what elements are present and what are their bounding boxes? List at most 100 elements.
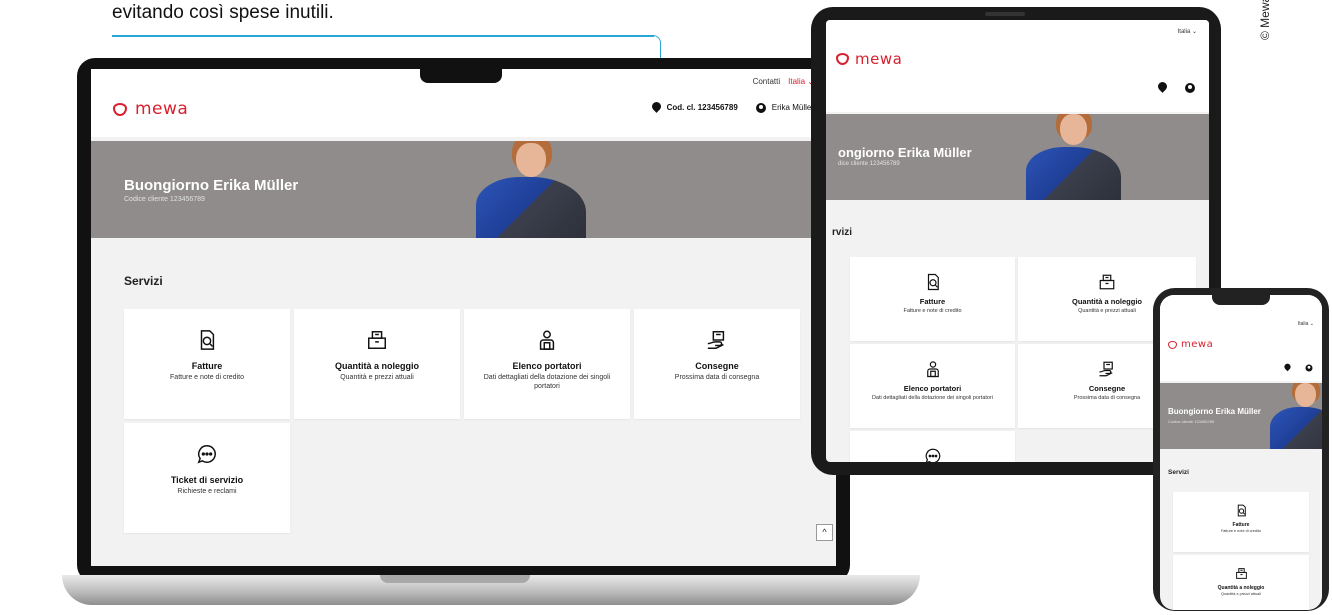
account-bar: Cod. cl. 123456789 Erika Müller: [652, 102, 814, 113]
service-card-rental-quantities[interactable]: Quantità a noleggio Quantità e prezzi at…: [1173, 555, 1309, 610]
user-icon[interactable]: [1305, 364, 1313, 371]
callout-line: [112, 35, 654, 37]
service-card-rental-quantities[interactable]: Quantità a noleggio Quantità e prezzi at…: [294, 309, 460, 419]
location-pin-icon[interactable]: [1158, 82, 1167, 93]
service-card-service-ticket[interactable]: Ticket di servizio Richieste e reclami: [124, 423, 290, 533]
mewa-logo-mark-icon: [1168, 340, 1177, 349]
delivery-icon: [707, 331, 725, 349]
service-card-invoices[interactable]: Fatture Fatture e note di credito: [124, 309, 290, 419]
tablet-screen: Italia ⌄ mewa ongiorno Erika Müller dice…: [826, 20, 1209, 462]
rental-box-icon: [1235, 568, 1247, 579]
service-card-deliveries[interactable]: Consegne Prossima data di consegna: [634, 309, 800, 419]
user-menu-button[interactable]: Erika Müller: [755, 102, 814, 113]
user-icon: [755, 102, 766, 113]
tablet-language-selector[interactable]: Italia ⌄: [1178, 28, 1197, 35]
laptop-screen: Contatti Italia ⌄ mewa Cod. cl. 12345678…: [91, 69, 836, 566]
tablet-account-icons: [1158, 82, 1195, 93]
card-title: Quantità a noleggio: [1071, 297, 1142, 306]
location-pin-icon[interactable]: [1284, 364, 1290, 372]
greeting-title: Buongiorno Erika Müller: [124, 177, 299, 194]
card-description: Fatture e note di credito: [170, 374, 244, 381]
card-title: Consegne: [695, 361, 739, 371]
phone-services-heading: Servizi: [1168, 469, 1189, 476]
banner-person-image: [476, 141, 586, 238]
service-card-invoices[interactable]: Fatture Fatture e note di credito: [1173, 492, 1309, 552]
services-grid: Fatture Fatture e note di credito Quanti…: [124, 309, 801, 533]
tablet-camera: [985, 12, 1025, 16]
mewa-logo-text: mewa: [855, 50, 903, 68]
copyright-text: © Mewa: [1258, 0, 1272, 40]
card-description: Richieste e reclami: [177, 488, 237, 495]
laptop-camera-notch: [420, 66, 502, 83]
mewa-logo-text: mewa: [1181, 339, 1214, 350]
phone-account-icons: [1283, 362, 1314, 373]
service-card-service-ticket[interactable]: Ticket di servizio Richieste e reclami: [850, 431, 1015, 462]
phone-customer-code-line: Codice cliente 123456789: [1168, 419, 1215, 424]
tablet-mewa-logo[interactable]: mewa: [836, 50, 902, 68]
rental-box-icon: [1099, 274, 1115, 290]
service-card-invoices[interactable]: Fatture Fatture e note di credito: [850, 257, 1015, 341]
laptop-base-groove: [380, 575, 530, 583]
card-description: Quantità e prezzi attuali: [340, 374, 414, 381]
customer-number-button[interactable]: Cod. cl. 123456789: [652, 102, 738, 113]
card-description: Prossima data di consegna: [674, 374, 760, 381]
tablet-customer-code-line: dice cliente 123456789: [838, 161, 900, 167]
phone-greeting-title: Buongiorno Erika Müller: [1168, 407, 1261, 416]
card-description: Dati dettagliati della dotazione dei sin…: [871, 395, 994, 401]
phone-welcome-banner: Buongiorno Erika Müller Codice cliente 1…: [1160, 383, 1322, 449]
mewa-logo-mark-icon: [113, 102, 127, 116]
caption-text: evitando così spese inutili.: [112, 2, 334, 23]
card-description: Prossima data di consegna: [1073, 395, 1141, 401]
language-label: Italia: [788, 77, 806, 86]
card-description: Quantità e prezzi attuali: [1078, 308, 1136, 314]
tablet-services-heading: rvizi: [832, 227, 853, 238]
invoice-icon: [200, 330, 215, 350]
utility-nav: Contatti Italia ⌄: [753, 77, 814, 86]
invoice-icon: [927, 273, 939, 291]
card-title: Quantità a noleggio: [1217, 585, 1265, 591]
phone-language-selector[interactable]: Italia ⌄: [1298, 321, 1314, 327]
phone-notch: [1212, 295, 1270, 305]
mewa-logo[interactable]: mewa: [113, 99, 188, 119]
phone-services-list: Fatture Fatture e note di credito Quanti…: [1173, 492, 1309, 610]
user-icon[interactable]: [1185, 82, 1195, 93]
back-to-top-button[interactable]: ^: [816, 524, 833, 541]
welcome-banner: Buongiorno Erika Müller Codice cliente 1…: [91, 141, 836, 238]
card-title: Ticket di servizio: [170, 475, 244, 485]
tablet-header: Italia ⌄ mewa: [826, 20, 1209, 112]
phone-mewa-logo[interactable]: mewa: [1168, 339, 1213, 350]
card-title: Consegne: [1088, 384, 1126, 393]
service-card-wearers-list[interactable]: Elenco portatori Dati dettagliati della …: [850, 344, 1015, 428]
user-name: Erika Müller: [771, 103, 814, 112]
banner-person-image: [1026, 114, 1121, 200]
phone-screen: Italia ⌄ mewa Buongiorno Erika Müller Co…: [1160, 295, 1322, 610]
tablet-language-label: Italia: [1177, 29, 1191, 35]
phone-header: Italia ⌄ mewa: [1160, 295, 1322, 381]
wearer-icon: [926, 361, 939, 378]
mewa-logo-mark-icon: [836, 53, 849, 65]
mewa-logo-text: mewa: [135, 99, 189, 119]
wearer-icon: [539, 330, 555, 350]
chat-icon: [197, 445, 216, 464]
phone-language-label: Italia: [1297, 321, 1309, 327]
card-title: Elenco portatori: [903, 384, 962, 393]
tablet-welcome-banner: ongiorno Erika Müller dice cliente 12345…: [826, 114, 1209, 200]
customer-number-label: Cod. cl. 123456789: [666, 103, 738, 112]
tablet-greeting-title: ongiorno Erika Müller: [838, 145, 972, 160]
card-title: Fatture: [919, 297, 946, 306]
invoice-icon: [1237, 504, 1246, 517]
contacts-link[interactable]: Contatti: [753, 77, 781, 86]
card-description: Dati dettagliati della dotazione dei sin…: [483, 374, 611, 391]
location-pin-icon: [652, 102, 661, 113]
card-title: Quantità a noleggio: [334, 361, 419, 371]
tablet-services-grid: Fatture Fatture e note di credito Quanti…: [850, 257, 1197, 462]
card-description: Quantità e prezzi attuali: [1221, 592, 1261, 596]
customer-code-line: Codice cliente 123456789: [124, 196, 205, 203]
service-card-wearers-list[interactable]: Elenco portatori Dati dettagliati della …: [464, 309, 630, 419]
card-description: Fatture e note di credito: [1220, 529, 1262, 533]
card-title: Elenco portatori: [512, 361, 582, 371]
delivery-icon: [1099, 361, 1113, 377]
services-heading: Servizi: [124, 274, 163, 288]
card-description: Fatture e note di credito: [903, 308, 962, 314]
banner-person-image: [1270, 383, 1322, 449]
